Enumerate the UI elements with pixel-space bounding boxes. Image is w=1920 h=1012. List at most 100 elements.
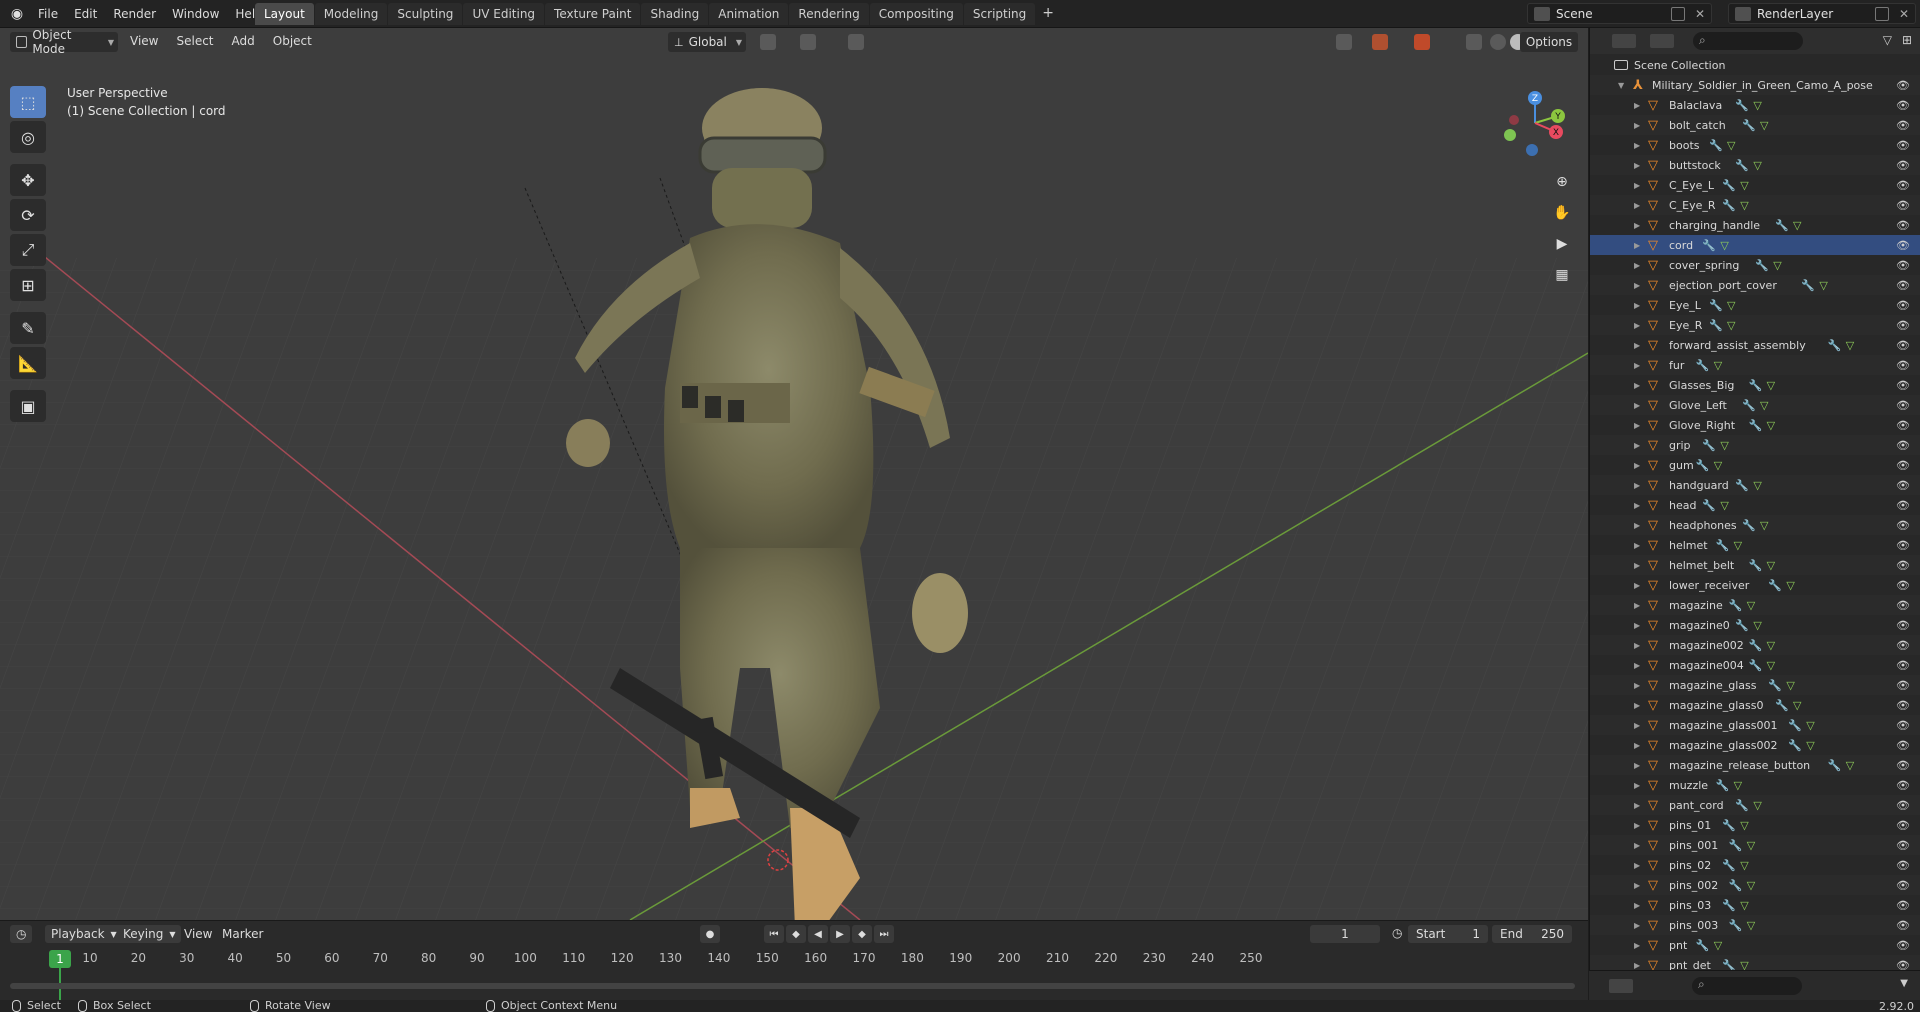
- eye-icon[interactable]: 👁: [1896, 959, 1910, 971]
- eye-icon[interactable]: 👁: [1896, 619, 1910, 632]
- new-layer-icon[interactable]: [1874, 6, 1889, 21]
- new-scene-icon[interactable]: [1670, 6, 1685, 21]
- outliner-item-label[interactable]: magazine002: [1669, 639, 1744, 652]
- eye-icon[interactable]: 👁: [1896, 199, 1910, 212]
- expand-icon[interactable]: ▶: [1634, 181, 1640, 190]
- eye-icon[interactable]: 👁: [1896, 159, 1910, 172]
- eye-icon[interactable]: 👁: [1896, 819, 1910, 832]
- mesh-data-icon[interactable]: ▽: [1747, 599, 1755, 612]
- modifier-icon[interactable]: 🔧: [1801, 279, 1815, 292]
- modifier-icon[interactable]: 🔧: [1722, 199, 1736, 212]
- modifier-icon[interactable]: 🔧: [1696, 359, 1710, 372]
- mesh-data-icon[interactable]: ▽: [1753, 619, 1761, 632]
- modifier-icon[interactable]: 🔧: [1722, 899, 1736, 912]
- mesh-data-icon[interactable]: ▽: [1727, 139, 1735, 152]
- expand-icon[interactable]: ▶: [1634, 421, 1640, 430]
- expand-icon[interactable]: ▶: [1634, 961, 1640, 970]
- expand-icon[interactable]: ▶: [1634, 901, 1640, 910]
- tab-texture-paint[interactable]: Texture Paint: [545, 3, 641, 25]
- modifier-icon[interactable]: 🔧: [1775, 219, 1789, 232]
- eye-icon[interactable]: 👁: [1896, 139, 1910, 152]
- modifier-icon[interactable]: 🔧: [1722, 859, 1736, 872]
- expand-icon[interactable]: ▶: [1634, 161, 1640, 170]
- eye-icon[interactable]: 👁: [1896, 759, 1910, 772]
- rotate-tool[interactable]: ⟳: [10, 199, 46, 231]
- modifier-icon[interactable]: 🔧: [1722, 819, 1736, 832]
- annotate-tool[interactable]: ✎: [10, 312, 46, 344]
- mesh-data-icon[interactable]: ▽: [1720, 499, 1728, 512]
- expand-icon[interactable]: ▶: [1634, 701, 1640, 710]
- mesh-data-icon[interactable]: ▽: [1846, 339, 1854, 352]
- expand-icon[interactable]: ▶: [1634, 581, 1640, 590]
- eye-icon[interactable]: 👁: [1896, 639, 1910, 652]
- tab-modeling[interactable]: Modeling: [314, 3, 388, 25]
- move-tool[interactable]: ✥: [10, 164, 46, 196]
- expand-icon[interactable]: ▶: [1634, 301, 1640, 310]
- mesh-data-icon[interactable]: ▽: [1786, 579, 1794, 592]
- modifier-icon[interactable]: 🔧: [1702, 499, 1716, 512]
- outliner-item-label[interactable]: boots: [1669, 139, 1700, 152]
- mesh-data-icon[interactable]: ▽: [1793, 699, 1801, 712]
- modifier-icon[interactable]: 🔧: [1742, 519, 1756, 532]
- expand-icon[interactable]: ▶: [1634, 521, 1640, 530]
- mesh-data-icon[interactable]: ▽: [1806, 719, 1814, 732]
- eye-icon[interactable]: 👁: [1896, 659, 1910, 672]
- modifier-icon[interactable]: 🔧: [1696, 939, 1710, 952]
- cursor-tool[interactable]: ◎: [10, 121, 46, 153]
- render-layer-name[interactable]: RenderLayer: [1757, 7, 1869, 21]
- expand-icon[interactable]: ▶: [1634, 781, 1640, 790]
- scene-name[interactable]: Scene: [1556, 7, 1665, 21]
- current-frame-field[interactable]: 1: [1310, 925, 1380, 943]
- modifier-icon[interactable]: 🔧: [1716, 779, 1730, 792]
- mesh-data-icon[interactable]: ▽: [1740, 959, 1748, 971]
- gizmo-icon[interactable]: [1372, 34, 1388, 50]
- expand-icon[interactable]: ▶: [1634, 221, 1640, 230]
- mesh-data-icon[interactable]: ▽: [1767, 379, 1775, 392]
- eye-icon[interactable]: 👁: [1896, 339, 1910, 352]
- outliner-item-label[interactable]: magazine: [1669, 599, 1723, 612]
- camera-view-button[interactable]: ▶: [1548, 230, 1576, 258]
- outliner-item-label[interactable]: cord: [1669, 239, 1693, 252]
- eye-icon[interactable]: 👁: [1896, 359, 1910, 372]
- add-cube-tool[interactable]: ▣: [10, 390, 46, 422]
- outliner-item[interactable]: ▶ ▽ boots 🔧 ▽ 👁: [1590, 135, 1920, 155]
- expand-icon[interactable]: ▶: [1634, 361, 1640, 370]
- mesh-data-icon[interactable]: ▽: [1747, 879, 1755, 892]
- mesh-data-icon[interactable]: ▽: [1720, 439, 1728, 452]
- mesh-data-icon[interactable]: ▽: [1767, 659, 1775, 672]
- snap-icon[interactable]: [800, 34, 816, 50]
- menu-file[interactable]: File: [30, 4, 66, 24]
- blender-logo-icon[interactable]: ◉: [6, 5, 28, 23]
- expand-icon[interactable]: ▶: [1634, 921, 1640, 930]
- mesh-data-icon[interactable]: ▽: [1714, 939, 1722, 952]
- mesh-data-icon[interactable]: ▽: [1734, 539, 1742, 552]
- start-frame-field[interactable]: Start 1: [1408, 925, 1488, 943]
- modifier-icon[interactable]: 🔧: [1722, 959, 1736, 971]
- outliner-item-label[interactable]: pins_001: [1669, 839, 1718, 852]
- display-mode-icon[interactable]: [1650, 34, 1674, 48]
- view-layer-selector[interactable]: RenderLayer ✕: [1728, 3, 1916, 24]
- modifier-icon[interactable]: 🔧: [1755, 259, 1769, 272]
- outliner-item-label[interactable]: Glove_Right: [1669, 419, 1735, 432]
- expand-icon[interactable]: ▶: [1634, 801, 1640, 810]
- expand-icon[interactable]: ▶: [1634, 881, 1640, 890]
- eye-icon[interactable]: 👁: [1896, 379, 1910, 392]
- modifier-icon[interactable]: 🔧: [1709, 299, 1723, 312]
- mesh-data-icon[interactable]: ▽: [1727, 319, 1735, 332]
- eye-icon[interactable]: 👁: [1896, 259, 1910, 272]
- timeline-menu-marker[interactable]: Marker: [222, 927, 263, 941]
- mesh-data-icon[interactable]: ▽: [1714, 459, 1722, 472]
- frame-ruler[interactable]: 10 20 30 40 50 60 70 80 90 100 110 120 130 140 150 160 1…: [8, 951, 1573, 969]
- outliner-item-label[interactable]: Glove_Left: [1669, 399, 1727, 412]
- outliner-item-label[interactable]: fur: [1669, 359, 1684, 372]
- outliner-item[interactable]: ▶ ▽ magazine0 🔧 ▽ 👁: [1590, 615, 1920, 635]
- outliner-item[interactable]: ▶ ▽ magazine002 🔧 ▽ 👁: [1590, 635, 1920, 655]
- modifier-icon[interactable]: 🔧: [1749, 419, 1763, 432]
- outliner-item-label[interactable]: grip: [1669, 439, 1691, 452]
- modifier-icon[interactable]: 🔧: [1729, 919, 1743, 932]
- modifier-icon[interactable]: 🔧: [1735, 479, 1749, 492]
- outliner-item[interactable]: ▶ ▽ headphones 🔧 ▽ 👁: [1590, 515, 1920, 535]
- outliner-item[interactable]: ▶ ▽ pins_003 🔧 ▽ 👁: [1590, 915, 1920, 935]
- properties-editor-icon[interactable]: [1609, 979, 1633, 993]
- eye-icon[interactable]: 👁: [1896, 539, 1910, 552]
